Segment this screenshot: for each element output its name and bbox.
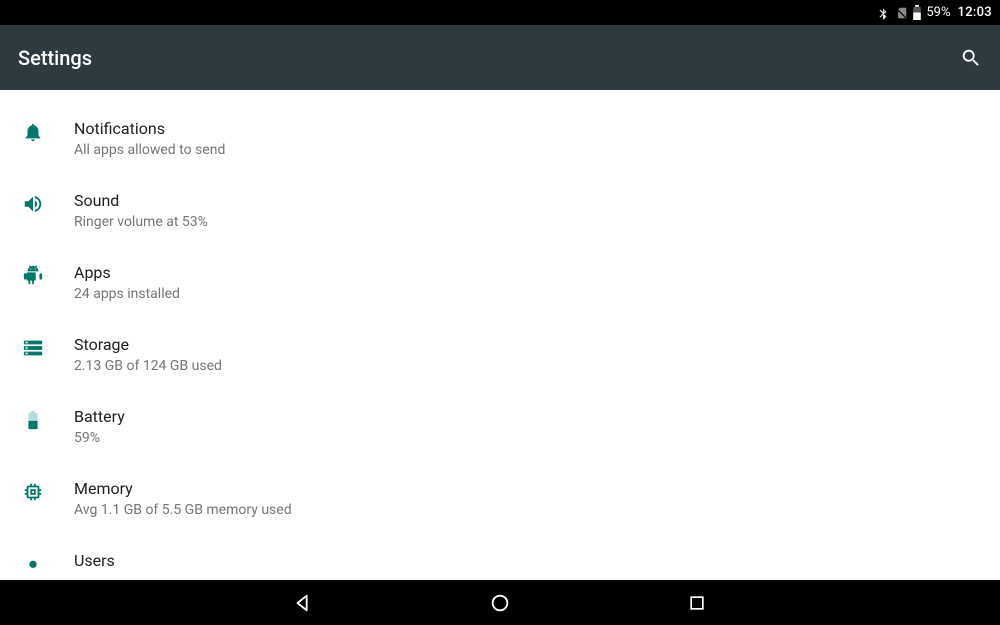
item-title: Storage (74, 335, 984, 356)
user-icon (16, 551, 74, 579)
back-icon (292, 592, 314, 614)
item-subtitle: All apps allowed to send (74, 142, 984, 158)
android-icon (16, 263, 74, 287)
home-icon (489, 592, 511, 614)
item-title: Memory (74, 479, 984, 500)
recents-icon (687, 593, 707, 613)
page-title: Settings (18, 46, 92, 70)
search-button[interactable] (960, 47, 982, 69)
item-subtitle: Ringer volume at 53% (74, 214, 984, 230)
item-subtitle: 59% (74, 430, 984, 446)
item-title: Battery (74, 407, 984, 428)
item-title: Apps (74, 263, 984, 284)
item-subtitle: 2.13 GB of 124 GB used (74, 358, 984, 374)
settings-item-apps[interactable]: Apps 24 apps installed (0, 248, 1000, 320)
clock-text: 12:03 (958, 5, 992, 20)
storage-icon (16, 335, 74, 359)
settings-item-notifications[interactable]: Notifications All apps allowed to send (0, 104, 1000, 176)
battery-percent-text: 59% (926, 5, 950, 20)
app-bar: Settings (0, 25, 1000, 90)
settings-item-storage[interactable]: Storage 2.13 GB of 124 GB used (0, 320, 1000, 392)
status-bar: 59% 12:03 (0, 0, 1000, 25)
volume-icon (16, 191, 74, 215)
home-button[interactable] (489, 592, 511, 614)
memory-icon (16, 479, 74, 503)
bluetooth-icon (876, 6, 890, 20)
item-title: Sound (74, 191, 984, 212)
battery-icon (16, 407, 74, 431)
recents-button[interactable] (686, 592, 708, 614)
settings-item-memory[interactable]: Memory Avg 1.1 GB of 5.5 GB memory used (0, 464, 1000, 536)
item-subtitle: 24 apps installed (74, 286, 984, 302)
item-subtitle: Avg 1.1 GB of 5.5 GB memory used (74, 502, 984, 518)
battery-icon (912, 5, 922, 20)
settings-item-battery[interactable]: Battery 59% (0, 392, 1000, 464)
search-icon (960, 47, 982, 69)
no-sim-icon (894, 6, 908, 20)
settings-list[interactable]: Notifications All apps allowed to send S… (0, 90, 1000, 580)
navigation-bar (0, 580, 1000, 625)
settings-item-sound[interactable]: Sound Ringer volume at 53% (0, 176, 1000, 248)
settings-item-users[interactable]: Users (0, 536, 1000, 579)
back-button[interactable] (292, 592, 314, 614)
bell-icon (16, 119, 74, 143)
item-title: Notifications (74, 119, 984, 140)
item-title: Users (74, 551, 984, 572)
